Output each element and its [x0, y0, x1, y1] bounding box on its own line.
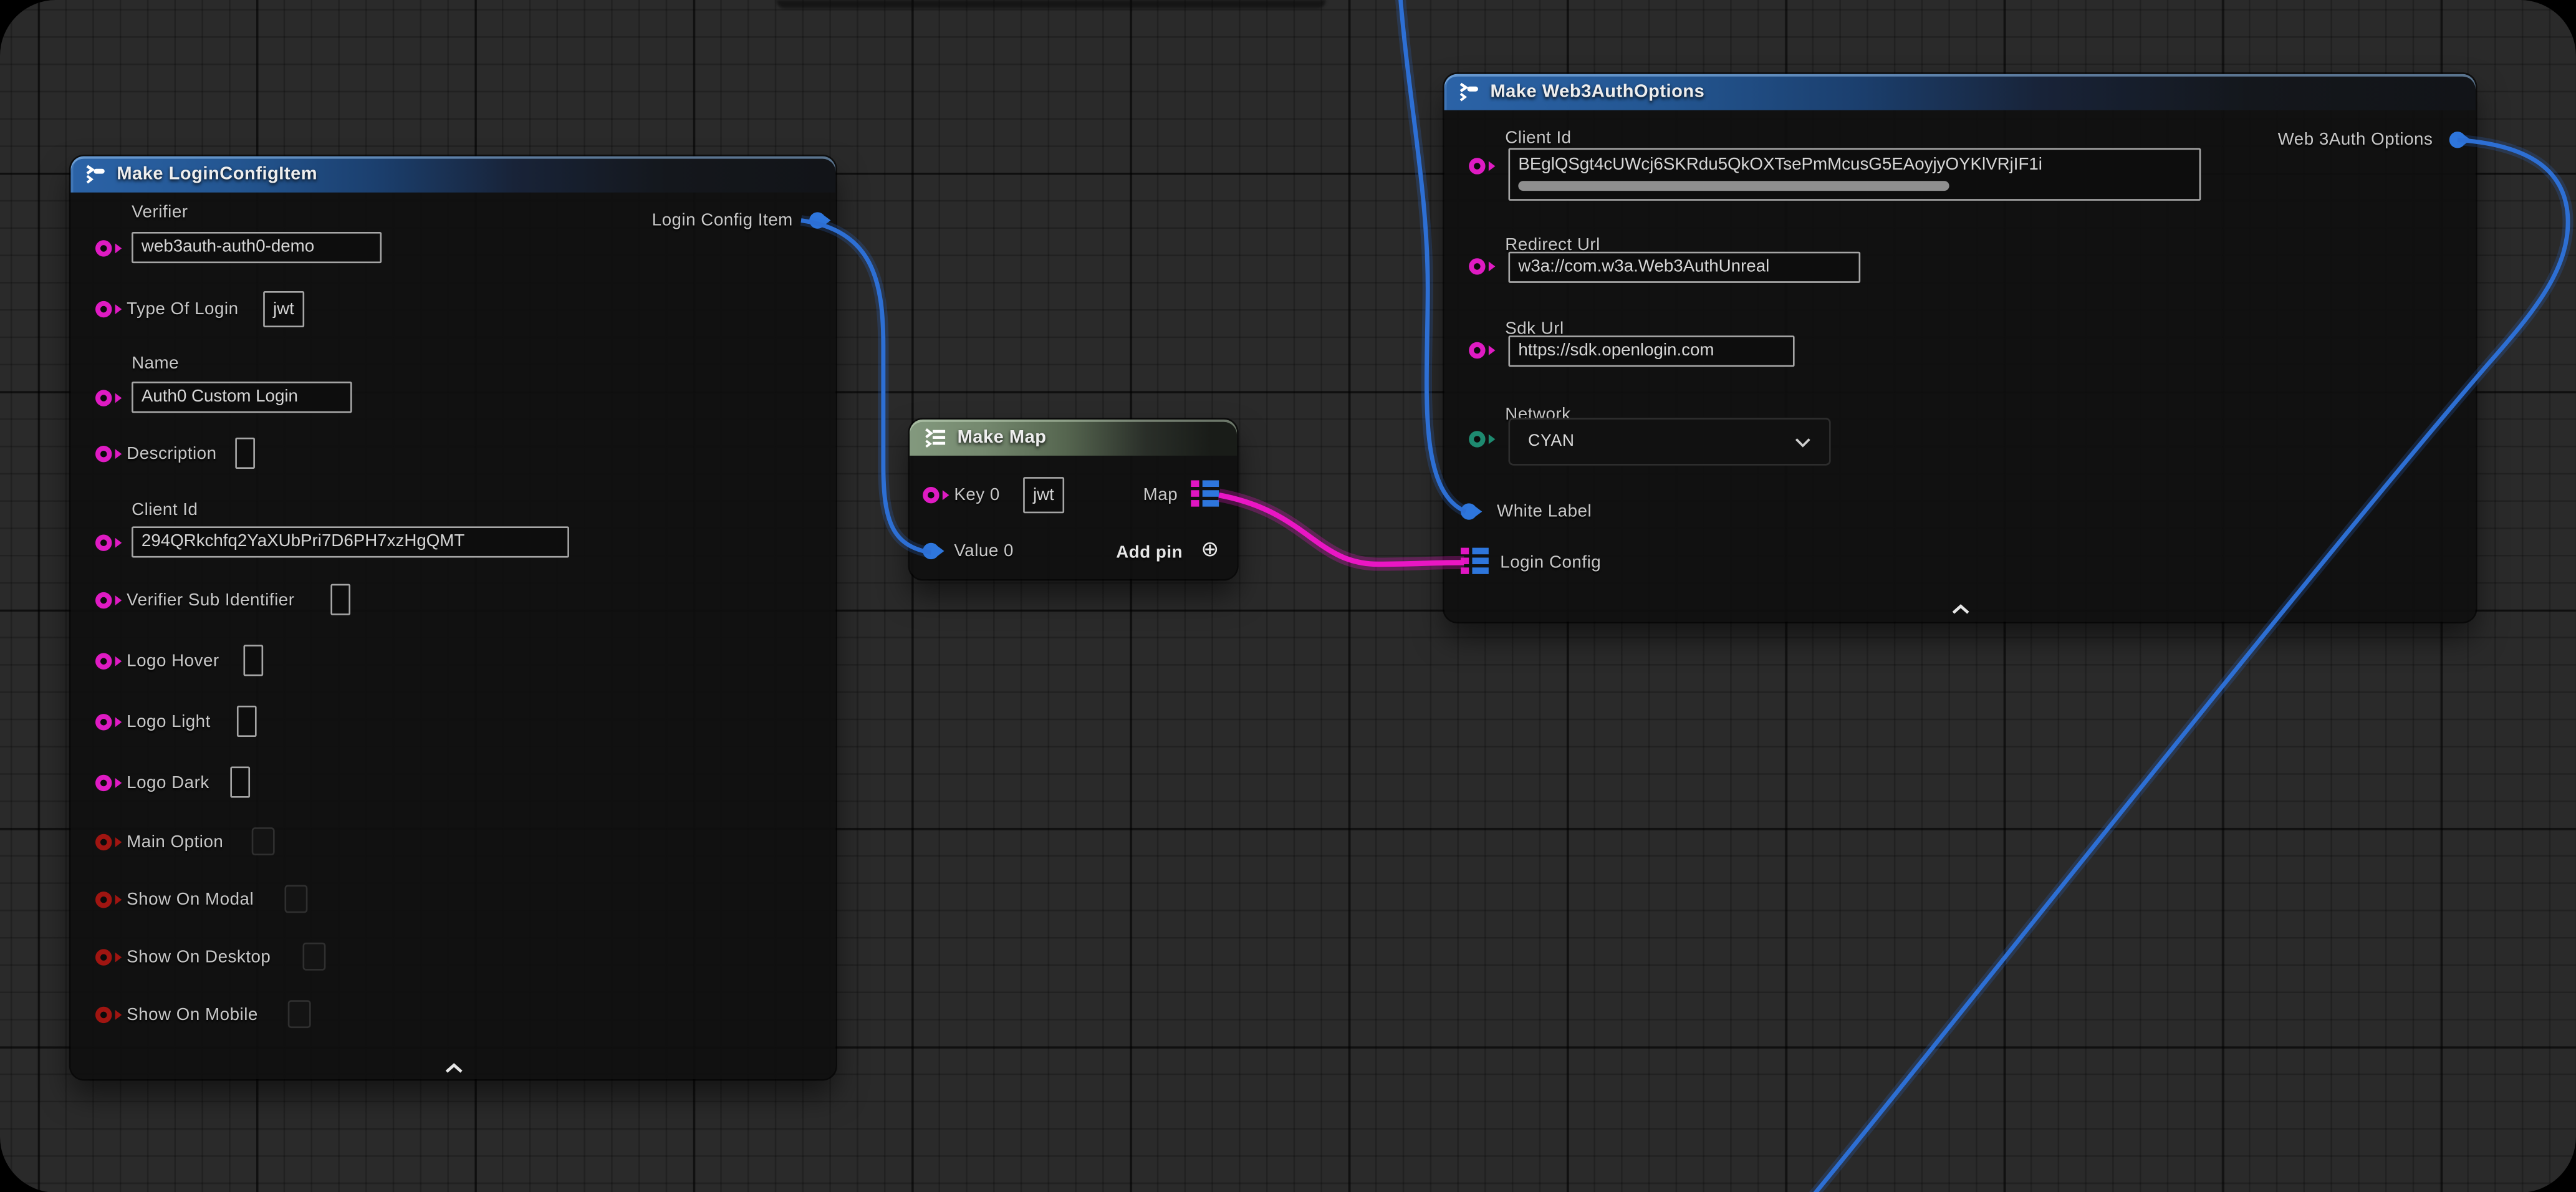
- pin-verifier[interactable]: [95, 240, 112, 256]
- add-pin-icon[interactable]: ⊕: [1201, 536, 1219, 562]
- pin-login-config[interactable]: [1461, 548, 1490, 574]
- pin-logo-dark[interactable]: [95, 775, 112, 791]
- field-label: Show On Desktop: [127, 948, 271, 968]
- pin-redirect-url[interactable]: [1469, 258, 1485, 274]
- field-label: Logo Light: [127, 712, 211, 732]
- field-label: Show On Modal: [127, 890, 254, 910]
- pin-show-on-modal[interactable]: [95, 892, 112, 908]
- field-label: Key 0: [954, 485, 1000, 505]
- node-make-web3authoptions[interactable]: Make Web3AuthOptions Web 3Auth Options C…: [1444, 74, 2476, 622]
- node-header-make-loginconfigitem[interactable]: Make LoginConfigItem: [70, 156, 835, 193]
- field-scrollbar[interactable]: [1518, 181, 1949, 191]
- make-struct-icon: [1458, 82, 1481, 102]
- field-label: Main Option: [127, 832, 223, 852]
- field-label: White Label: [1497, 502, 1592, 522]
- field-label: Client Id: [1505, 128, 1571, 148]
- pin-show-on-desktop[interactable]: [95, 949, 112, 965]
- node-make-map[interactable]: Make Map Key 0 jwt Map Value 0 Add pin ⊕: [910, 420, 1237, 579]
- field-label: Name: [132, 353, 179, 373]
- pin-logo-light[interactable]: [95, 714, 112, 730]
- make-struct-icon: [84, 165, 107, 185]
- show-on-desktop-checkbox[interactable]: [302, 943, 325, 971]
- field-label: Value 0: [954, 541, 1014, 561]
- node-header-make-map[interactable]: Make Map: [910, 420, 1237, 456]
- pin-value-0[interactable]: [923, 543, 939, 559]
- pin-show-on-mobile[interactable]: [95, 1007, 112, 1023]
- network-dropdown[interactable]: CYAN: [1509, 418, 1831, 466]
- node-title: Make Map: [958, 428, 1047, 448]
- blueprint-editor: Make LoginConfigItem Login Config Item V…: [0, 0, 2576, 1192]
- type-of-login-input[interactable]: jwt: [263, 291, 304, 327]
- field-label: Description: [127, 444, 216, 464]
- pin-client-id[interactable]: [1469, 158, 1485, 174]
- network-selected-value: CYAN: [1528, 433, 1575, 451]
- pin-main-option[interactable]: [95, 834, 112, 850]
- description-input[interactable]: [235, 438, 255, 469]
- node-make-loginconfigitem[interactable]: Make LoginConfigItem Login Config Item V…: [70, 156, 835, 1079]
- dropdown-chevron-icon: [1795, 437, 1811, 447]
- pin-client-id[interactable]: [95, 535, 112, 551]
- field-label: Show On Mobile: [127, 1005, 258, 1025]
- collapse-chevron-icon[interactable]: [1950, 594, 1970, 623]
- client-id-input[interactable]: BEglQSgt4cUWcj6SKRdu5QkOXTsePmMcusG5EAoy…: [1509, 148, 2201, 200]
- pin-verifier-sub-identifier[interactable]: [95, 592, 112, 608]
- key-0-input[interactable]: jwt: [1023, 477, 1064, 513]
- pin-description[interactable]: [95, 446, 112, 462]
- field-label: Client Id: [132, 500, 198, 520]
- field-label: Login Config: [1500, 553, 1601, 573]
- field-label: Logo Dark: [127, 773, 209, 793]
- pin-key-0[interactable]: [923, 487, 939, 503]
- show-on-modal-checkbox[interactable]: [284, 885, 307, 913]
- pin-map-output[interactable]: [1191, 480, 1220, 506]
- redirect-url-input[interactable]: w3a://com.w3a.Web3AuthUnreal: [1509, 252, 1861, 283]
- node-header-make-web3authoptions[interactable]: Make Web3AuthOptions: [1444, 74, 2476, 110]
- node-title: Make LoginConfigItem: [117, 165, 317, 185]
- field-label: Verifier: [132, 203, 188, 223]
- field-label: Type Of Login: [127, 299, 238, 319]
- pin-web3auth-options-output[interactable]: [2449, 132, 2466, 148]
- logo-dark-input[interactable]: [230, 767, 250, 798]
- show-on-mobile-checkbox[interactable]: [288, 1000, 311, 1028]
- client-id-input[interactable]: 294QRkchfq2YaXUbPri7D6PH7xzHgQMT: [132, 526, 569, 557]
- collapse-chevron-icon[interactable]: [443, 1053, 463, 1082]
- pin-network[interactable]: [1469, 431, 1485, 447]
- field-label: Verifier Sub Identifier: [127, 590, 294, 610]
- make-container-icon: [923, 428, 948, 448]
- sdk-url-input[interactable]: https://sdk.openlogin.com: [1509, 335, 1795, 367]
- output-pin-label: Map: [1143, 485, 1178, 505]
- name-input[interactable]: Auth0 Custom Login: [132, 382, 352, 413]
- pin-logo-hover[interactable]: [95, 653, 112, 669]
- verifier-input[interactable]: web3auth-auth0-demo: [132, 232, 382, 263]
- verifier-sub-identifier-input[interactable]: [330, 584, 350, 615]
- pin-login-config-item-output[interactable]: [809, 212, 825, 228]
- main-option-checkbox[interactable]: [252, 827, 275, 855]
- logo-hover-input[interactable]: [243, 645, 263, 676]
- pin-sdk-url[interactable]: [1469, 342, 1485, 358]
- logo-light-input[interactable]: [237, 706, 257, 737]
- pin-white-label[interactable]: [1461, 503, 1477, 519]
- offscreen-node-edge: [776, 0, 1325, 8]
- output-pin-label: Web 3Auth Options: [2278, 130, 2433, 150]
- pin-name[interactable]: [95, 390, 112, 406]
- output-pin-label: Login Config Item: [652, 211, 793, 231]
- node-title: Make Web3AuthOptions: [1490, 82, 1704, 102]
- field-label: Logo Hover: [127, 651, 219, 671]
- add-pin-label[interactable]: Add pin: [1116, 543, 1183, 563]
- pin-type-of-login[interactable]: [95, 301, 112, 317]
- blueprint-graph-canvas[interactable]: Make LoginConfigItem Login Config Item V…: [0, 0, 2576, 1192]
